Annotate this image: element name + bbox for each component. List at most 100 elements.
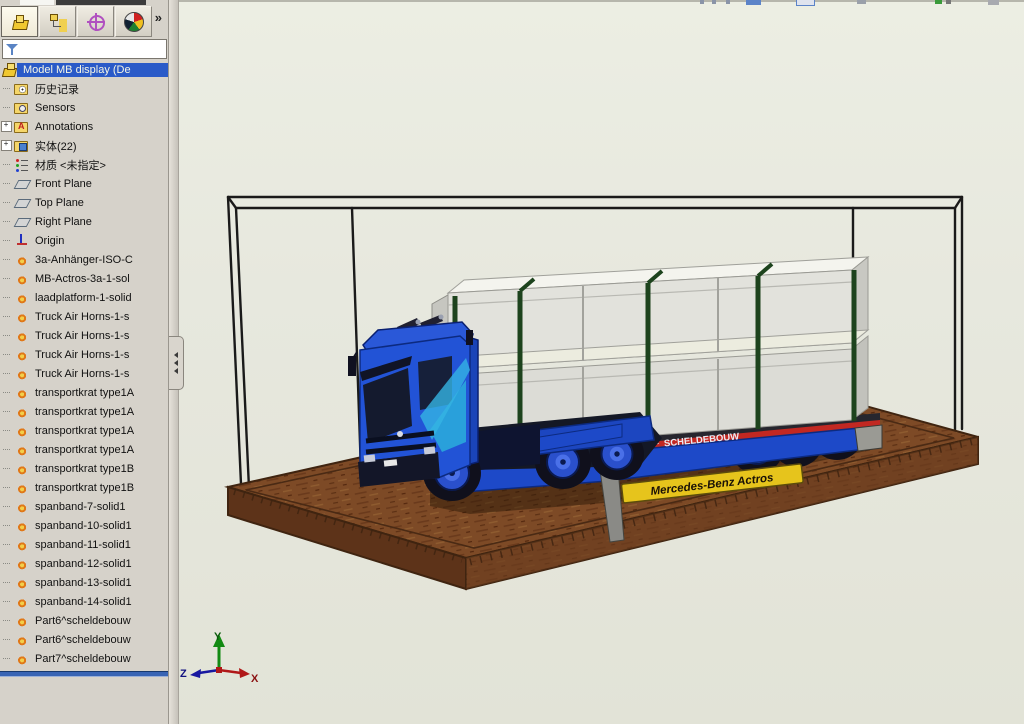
tree-item-label: Truck Air Horns-1-s: [35, 367, 130, 380]
tree-connector: [2, 487, 10, 488]
featuremanager-panel: » Model MB display (De 历史记录 Sensors + Annota…: [0, 0, 169, 724]
tree-item[interactable]: Part6^scheldebouw: [0, 611, 168, 630]
tree-item[interactable]: spanband-14-solid1: [0, 592, 168, 611]
tree-item[interactable]: Top Plane: [0, 193, 168, 212]
panel-tab-display-manager[interactable]: [115, 6, 152, 37]
annotations-icon: [14, 119, 29, 134]
tree-item[interactable]: transportkrat type1A: [0, 440, 168, 459]
tree-item[interactable]: Truck Air Horns-1-s: [0, 307, 168, 326]
tree-item[interactable]: 历史记录: [0, 79, 168, 98]
tree-item[interactable]: + 实体(22): [0, 136, 168, 155]
body-icon: [14, 347, 29, 362]
tree-connector: [2, 639, 10, 640]
tree-item[interactable]: laadplatform-1-solid: [0, 288, 168, 307]
triad-x-label: X: [251, 673, 259, 685]
display-manager-icon: [123, 11, 144, 32]
tree-connector: [2, 468, 10, 469]
tree-item[interactable]: MB-Actros-3a-1-sol: [0, 269, 168, 288]
assembly-icon: [2, 62, 17, 77]
tree-item[interactable]: Truck Air Horns-1-s: [0, 326, 168, 345]
tree-item[interactable]: spanband-11-solid1: [0, 535, 168, 554]
panel-tab-property-manager[interactable]: [39, 6, 76, 37]
panel-overflow-chevron[interactable]: »: [155, 10, 162, 25]
tree-item-label: spanband-14-solid1: [35, 595, 132, 608]
expand-plus-icon[interactable]: +: [0, 121, 12, 132]
tree-connector: [2, 430, 10, 431]
tree-connector: [2, 392, 10, 393]
tree-item-label: Part6^scheldebouw: [35, 614, 131, 627]
tree-item[interactable]: transportkrat type1A: [0, 383, 168, 402]
truck-cab: [348, 314, 479, 487]
body-icon: [14, 404, 29, 419]
panel-flyout-handle[interactable]: [169, 336, 184, 390]
tree-connector: [2, 373, 10, 374]
tree-item[interactable]: transportkrat type1A: [0, 402, 168, 421]
tree-item-label: spanband-13-solid1: [35, 576, 132, 589]
tree-item[interactable]: Right Plane: [0, 212, 168, 231]
tree-connector: [2, 658, 10, 659]
tree-item[interactable]: Part6^scheldebouw: [0, 630, 168, 649]
tree-item-label: Part6^scheldebouw: [35, 633, 131, 646]
solidworks-window: SCHELDEBOUW Mercedes-Benz Actros Y X Z »…: [0, 0, 1024, 724]
body-icon: [14, 575, 29, 590]
body-icon: [14, 423, 29, 438]
tree-item[interactable]: Front Plane: [0, 174, 168, 193]
tree-item[interactable]: Part7^scheldebouw: [0, 649, 168, 668]
filter-funnel-icon: [6, 43, 18, 55]
tree-connector: [2, 506, 10, 507]
tree-item-label: transportkrat type1A: [35, 443, 135, 456]
viewport-top-edge: [178, 0, 1024, 2]
featuremanager-tree-icon: [10, 12, 30, 32]
toolbar-fragment: [712, 0, 716, 4]
tree-item[interactable]: spanband-7-solid1: [0, 497, 168, 516]
tree-item[interactable]: 材质 <未指定>: [0, 155, 168, 174]
tree-item[interactable]: spanband-13-solid1: [0, 573, 168, 592]
tree-item[interactable]: Truck Air Horns-1-s: [0, 364, 168, 383]
body-icon: [14, 537, 29, 552]
tree-item[interactable]: transportkrat type1B: [0, 459, 168, 478]
tree-item[interactable]: + Annotations: [0, 117, 168, 136]
tree-connector: [2, 563, 10, 564]
tree-item[interactable]: Truck Air Horns-1-s: [0, 345, 168, 364]
tree-item-label: MB-Actros-3a-1-sol: [35, 272, 130, 285]
tree-item-label: 历史记录: [35, 83, 79, 96]
tree-filter-input[interactable]: [18, 41, 166, 57]
tree-item-label: Origin: [35, 234, 65, 247]
tree-item-label: Part7^scheldebouw: [35, 652, 131, 665]
tree-item-label: Model MB display (De: [23, 63, 131, 76]
tree-item[interactable]: transportkrat type1A: [0, 421, 168, 440]
tree-connector: [2, 202, 10, 203]
tree-item-label: 材质 <未指定>: [35, 159, 106, 172]
body-icon: [14, 442, 29, 457]
body-icon: [14, 328, 29, 343]
panel-tab-configuration-manager[interactable]: [77, 6, 114, 37]
tree-connector: [2, 354, 10, 355]
toolbar-fragment: [56, 0, 146, 5]
toolbar-fragment: [700, 0, 704, 4]
expand-plus-icon[interactable]: +: [0, 140, 12, 151]
filter-bar[interactable]: [2, 39, 167, 59]
body-icon: [14, 309, 29, 324]
tree-item[interactable]: spanband-10-solid1: [0, 516, 168, 535]
property-manager-icon: [48, 12, 68, 32]
body-icon: [14, 594, 29, 609]
body-icon: [14, 499, 29, 514]
rollback-bar[interactable]: [0, 671, 168, 677]
toolbar-fragment: [935, 0, 942, 4]
tree-item[interactable]: spanband-12-solid1: [0, 554, 168, 573]
tree-item-label: 3a-Anhänger-ISO-C: [35, 253, 133, 266]
tree-item-label: Top Plane: [35, 196, 84, 209]
tree-item[interactable]: transportkrat type1B: [0, 478, 168, 497]
tree-item[interactable]: 3a-Anhänger-ISO-C: [0, 250, 168, 269]
tree-item[interactable]: Model MB display (De: [0, 60, 168, 79]
panel-tab-featuremanager-tree[interactable]: [1, 6, 38, 37]
tree-item-label: spanband-11-solid1: [35, 538, 131, 551]
toolbar-fragment: [796, 0, 815, 6]
tree-item-label: transportkrat type1A: [35, 405, 135, 418]
tree-item-label: Annotations: [35, 120, 94, 133]
tree-item[interactable]: Sensors: [0, 98, 168, 117]
tree-item[interactable]: Origin: [0, 231, 168, 250]
tree-item-label: spanband-7-solid1: [35, 500, 126, 513]
plane-icon: [14, 176, 29, 191]
body-icon: [14, 461, 29, 476]
